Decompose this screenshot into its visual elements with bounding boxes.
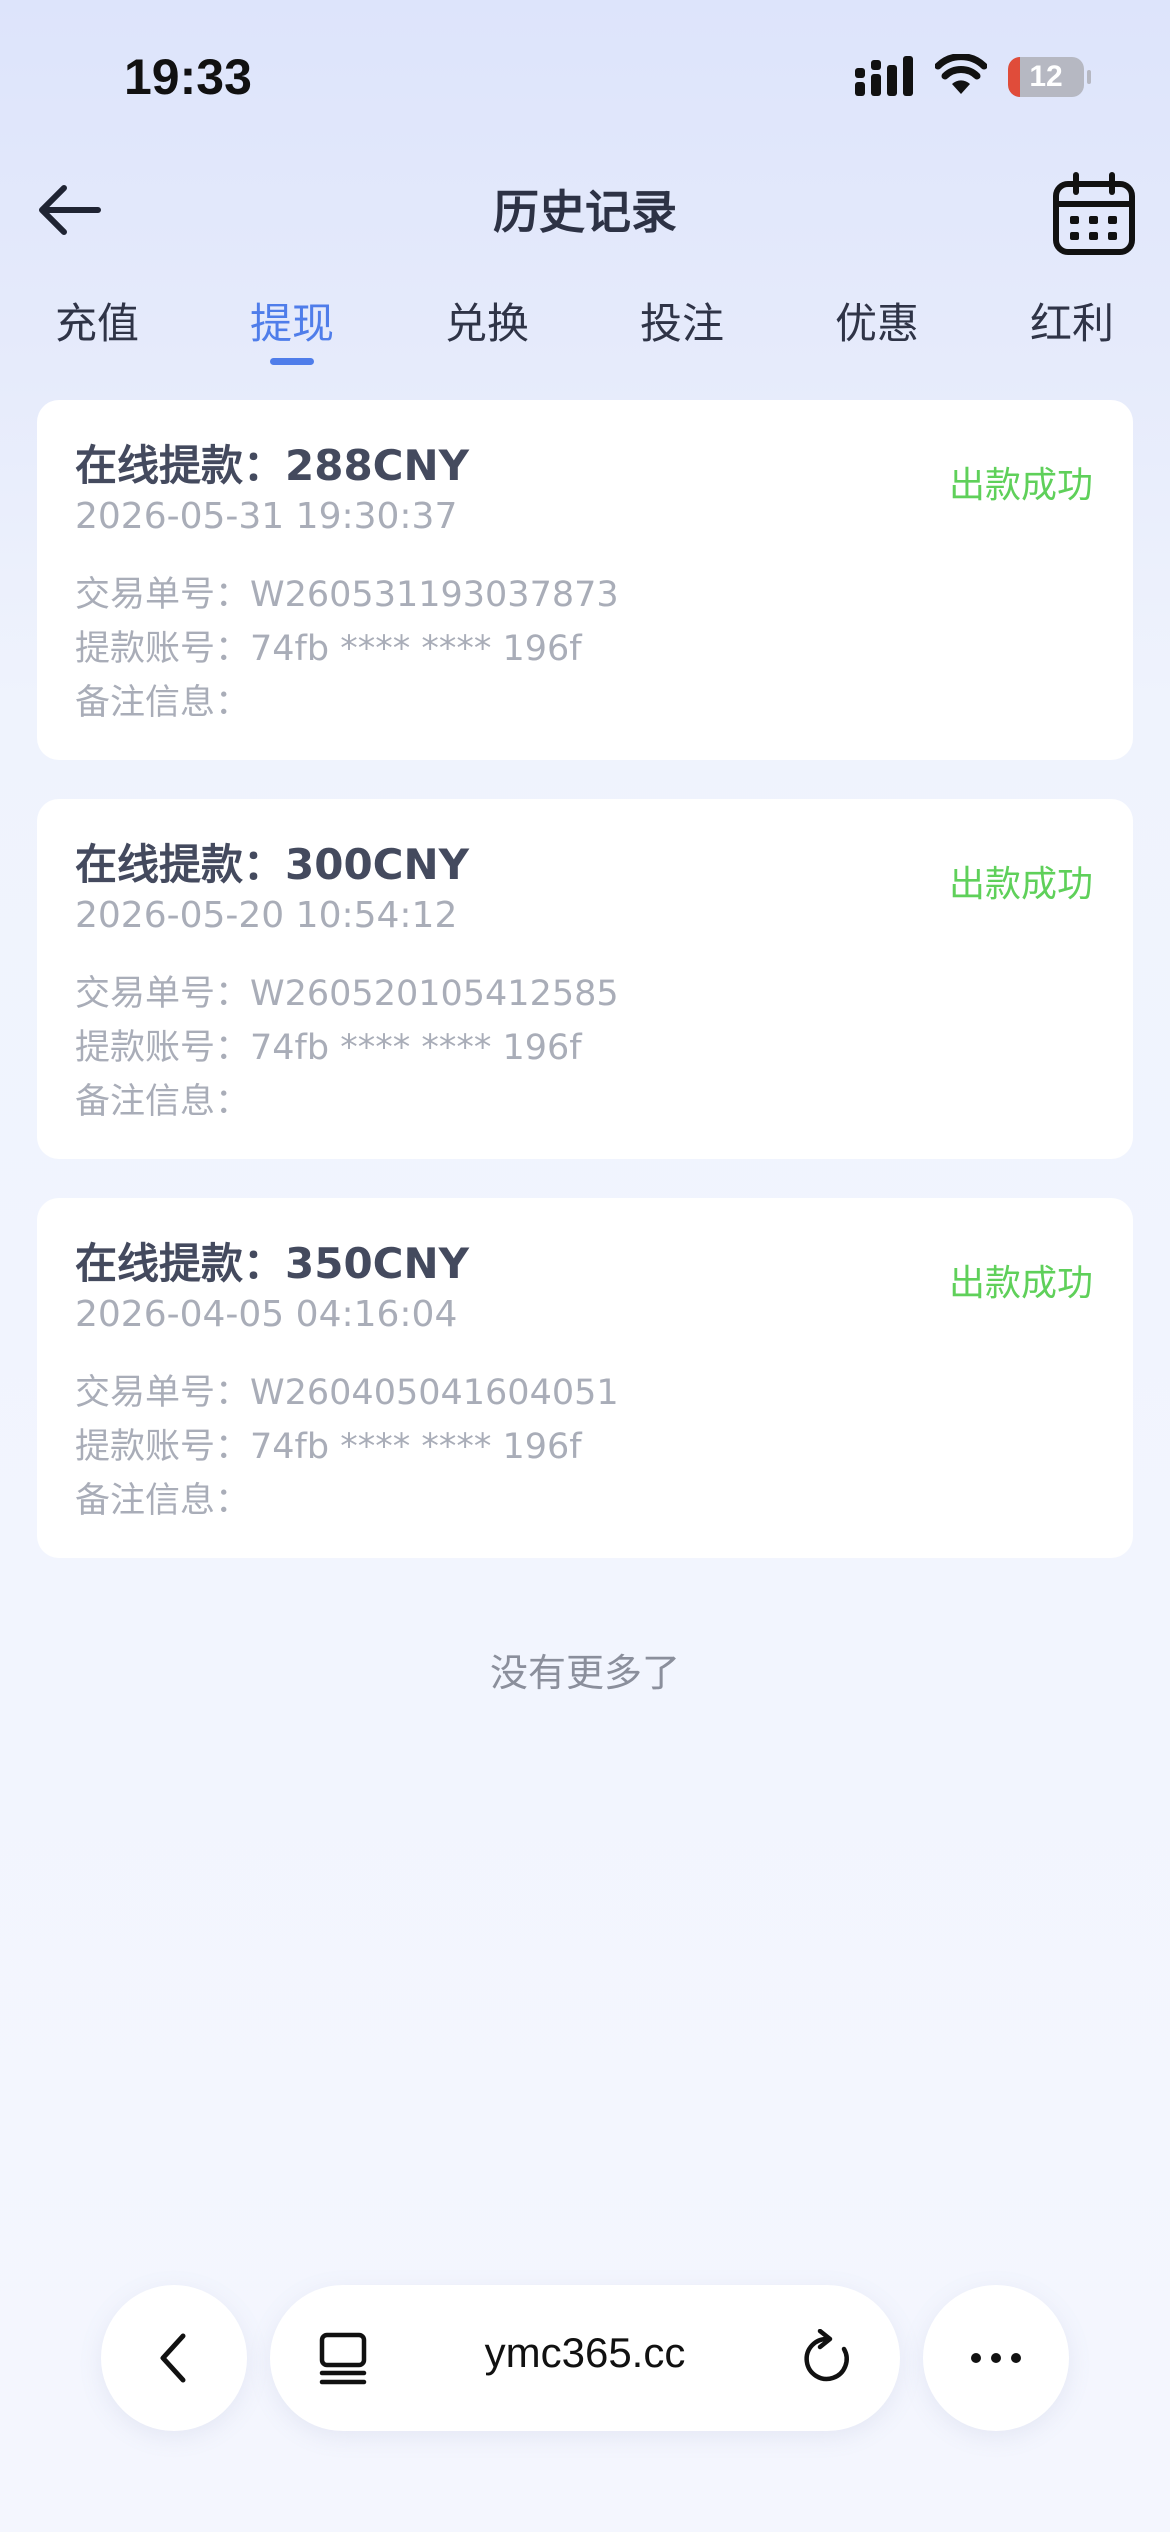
browser-toolbar: ymc365.cc — [0, 2285, 1170, 2431]
order-number-label: 交易单号： — [75, 974, 251, 1014]
tab-bar: 充值 提现 兑换 投注 优惠 红利 — [0, 290, 1170, 370]
note-label: 备注信息： — [75, 683, 251, 723]
status-badge: 出款成功 — [948, 864, 1093, 905]
page-title: 历史记录 — [493, 185, 677, 239]
more-options-button[interactable] — [923, 2285, 1069, 2431]
status-bar: 19:33 12 — [0, 0, 1170, 150]
record-title: 在线提款：300CNY — [75, 840, 470, 889]
account-row: 提款账号：74fb **** **** 196f — [75, 1019, 582, 1070]
status-badge: 出款成功 — [948, 465, 1093, 506]
tab-bonus[interactable]: 红利 — [1002, 290, 1142, 351]
tab-promotions[interactable]: 优惠 — [807, 290, 947, 351]
browser-back-icon — [160, 2333, 186, 2383]
note-row: 备注信息： — [75, 1472, 250, 1523]
note-label: 备注信息： — [75, 1481, 251, 1521]
account-value: 74fb **** **** 196f — [250, 1028, 582, 1068]
note-label: 备注信息： — [75, 1082, 251, 1122]
note-row: 备注信息： — [75, 674, 250, 725]
account-row: 提款账号：74fb **** **** 196f — [75, 620, 582, 671]
more-icon — [971, 2353, 1021, 2363]
order-number-label: 交易单号： — [75, 575, 251, 615]
note-row: 备注信息： — [75, 1073, 250, 1124]
order-number-row: 交易单号：W260520105412585 — [75, 965, 619, 1016]
calendar-icon[interactable] — [1052, 172, 1136, 256]
account-label: 提款账号： — [75, 1028, 251, 1068]
reload-icon[interactable] — [800, 2329, 856, 2387]
record-title: 在线提款：288CNY — [75, 441, 470, 490]
order-number-value: W260405041604051 — [250, 1373, 619, 1413]
wifi-icon — [935, 54, 987, 94]
battery-level: 12 — [1029, 60, 1063, 93]
tab-withdraw[interactable]: 提现 — [222, 290, 362, 351]
account-value: 74fb **** **** 196f — [250, 629, 582, 669]
account-label: 提款账号： — [75, 1427, 251, 1467]
account-label: 提款账号： — [75, 629, 251, 669]
account-value: 74fb **** **** 196f — [250, 1427, 582, 1467]
record-title: 在线提款：350CNY — [75, 1239, 470, 1288]
tab-recharge[interactable]: 充值 — [27, 290, 167, 351]
tab-bets[interactable]: 投注 — [612, 290, 752, 351]
tab-exchange[interactable]: 兑换 — [417, 290, 557, 351]
order-number-value: W260531193037873 — [250, 575, 619, 615]
tab-active-indicator — [270, 358, 314, 365]
address-bar[interactable]: ymc365.cc — [270, 2285, 900, 2431]
end-of-list-text: 没有更多了 — [489, 1651, 680, 1695]
status-time: 19:33 — [124, 49, 252, 105]
record-datetime: 2026-04-05 04:16:04 — [75, 1294, 458, 1335]
order-number-row: 交易单号：W260531193037873 — [75, 566, 619, 617]
battery-icon: 12 — [1008, 57, 1091, 97]
record-card: 在线提款：288CNY 出款成功 2026-05-31 19:30:37 交易单… — [37, 400, 1133, 760]
order-number-row: 交易单号：W260405041604051 — [75, 1364, 619, 1415]
signal-icon — [855, 56, 913, 96]
record-card: 在线提款：300CNY 出款成功 2026-05-20 10:54:12 交易单… — [37, 799, 1133, 1159]
order-number-value: W260520105412585 — [250, 974, 619, 1014]
record-datetime: 2026-05-31 19:30:37 — [75, 496, 458, 537]
browser-back-button[interactable] — [101, 2285, 247, 2431]
order-number-label: 交易单号： — [75, 1373, 251, 1413]
record-datetime: 2026-05-20 10:54:12 — [75, 895, 458, 936]
status-badge: 出款成功 — [948, 1263, 1093, 1304]
record-card: 在线提款：350CNY 出款成功 2026-04-05 04:16:04 交易单… — [37, 1198, 1133, 1558]
account-row: 提款账号：74fb **** **** 196f — [75, 1418, 582, 1469]
